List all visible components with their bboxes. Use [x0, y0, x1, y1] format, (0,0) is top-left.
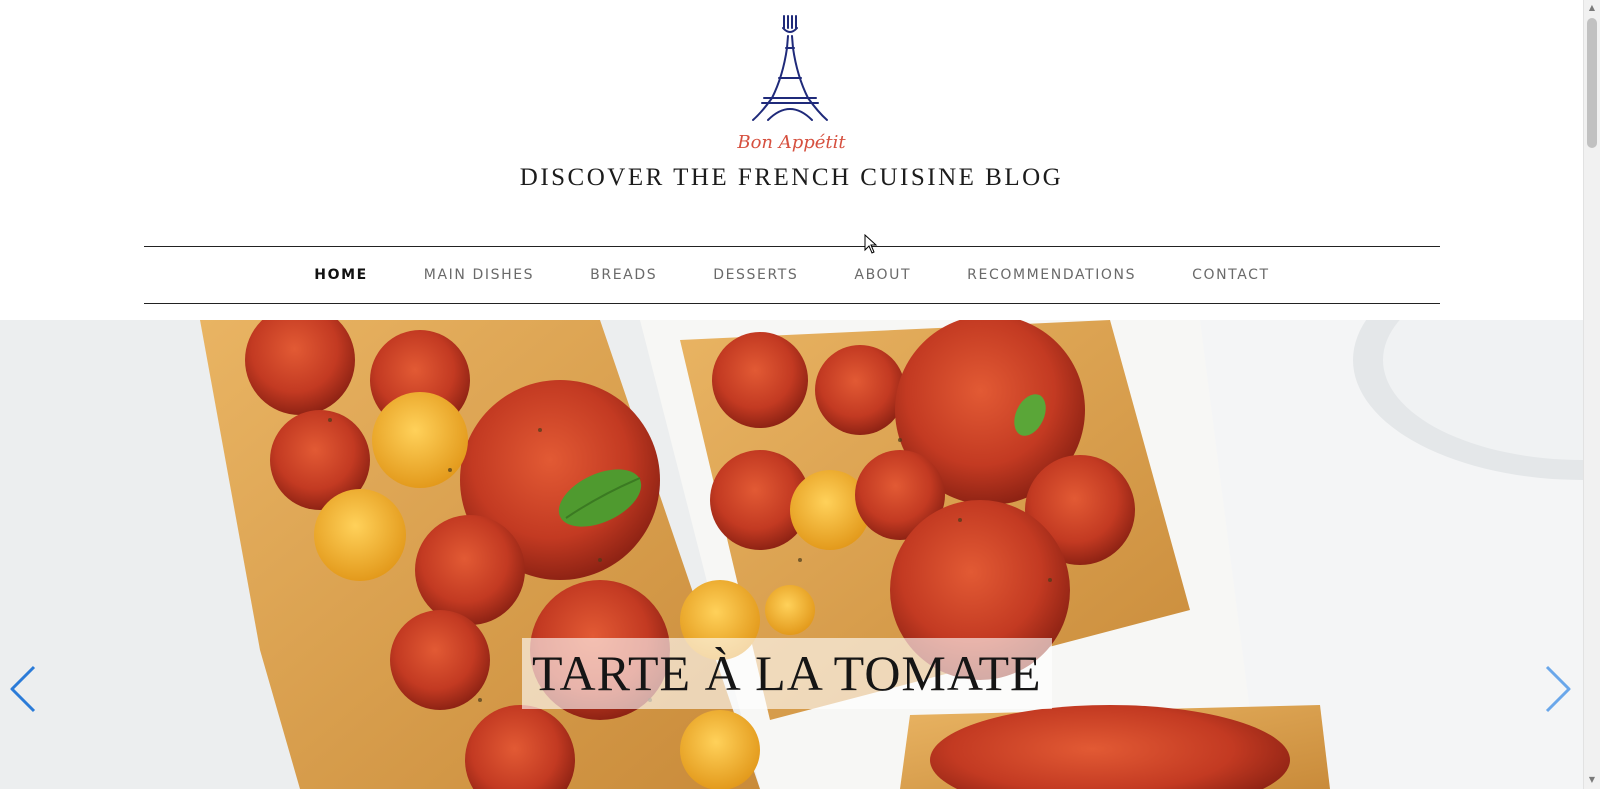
- scroll-down-arrow-icon[interactable]: ▼: [1584, 772, 1600, 788]
- eiffel-tower-fork-icon[interactable]: [750, 14, 830, 124]
- site-tagline: Bon Appétit: [737, 132, 846, 153]
- nav-item-main-dishes[interactable]: MAIN DISHES: [424, 267, 534, 283]
- page: Bon Appétit DISCOVER THE FRENCH CUISINE …: [0, 0, 1583, 789]
- site-title[interactable]: DISCOVER THE FRENCH CUISINE BLOG: [0, 164, 1583, 192]
- scroll-thumb[interactable]: [1587, 18, 1597, 148]
- tomato-tart-image: [0, 320, 1583, 789]
- nav-item-about[interactable]: ABOUT: [854, 267, 911, 283]
- main-nav: HOME MAIN DISHES BREADS DESSERTS ABOUT R…: [144, 246, 1440, 304]
- nav-item-breads[interactable]: BREADS: [590, 267, 657, 283]
- nav-item-desserts[interactable]: DESSERTS: [713, 267, 798, 283]
- slider-next-chevron-right-icon[interactable]: [1543, 664, 1573, 714]
- nav-item-contact[interactable]: CONTACT: [1192, 267, 1270, 283]
- scroll-up-arrow-icon[interactable]: ▲: [1584, 0, 1600, 16]
- slide-caption[interactable]: TARTE À LA TOMATE: [522, 638, 1052, 709]
- mouse-cursor-icon: [864, 234, 878, 254]
- hero-slider: [0, 320, 1583, 789]
- slider-prev-chevron-left-icon[interactable]: [8, 664, 38, 714]
- page-scrollbar[interactable]: ▲ ▼: [1583, 0, 1600, 789]
- nav-item-home[interactable]: HOME: [314, 267, 368, 283]
- nav-item-recommendations[interactable]: RECOMMENDATIONS: [967, 267, 1136, 283]
- site-header: Bon Appétit DISCOVER THE FRENCH CUISINE …: [0, 0, 1583, 320]
